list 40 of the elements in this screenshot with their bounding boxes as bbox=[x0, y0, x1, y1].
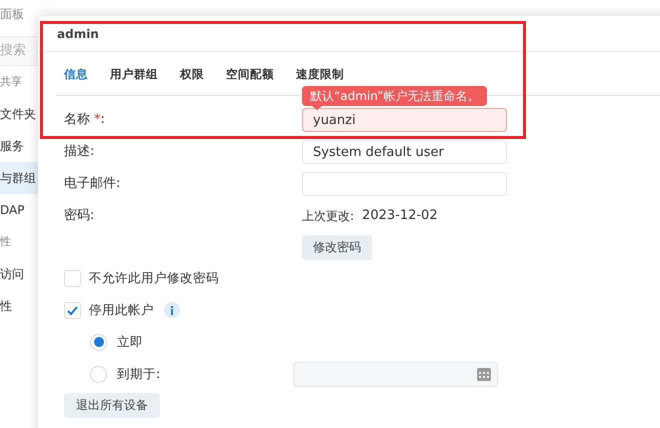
sidebar-item[interactable]: 性 bbox=[0, 290, 38, 322]
tooltip-arrow bbox=[312, 106, 322, 110]
description-field[interactable]: System default user bbox=[302, 140, 507, 164]
last-changed-date: 2023-12-02 bbox=[362, 207, 438, 226]
sidebar-title: 面板 bbox=[0, 6, 25, 23]
change-password-button[interactable]: 修改密码 bbox=[302, 234, 372, 260]
radio-label: 立即 bbox=[117, 332, 144, 351]
info-icon[interactable] bbox=[164, 302, 180, 318]
sidebar-item[interactable]: 服务 bbox=[0, 130, 38, 162]
field-label: 密码: bbox=[64, 207, 96, 226]
required-mark: * bbox=[94, 111, 100, 130]
checkbox[interactable] bbox=[64, 302, 81, 318]
label-colon: : bbox=[100, 111, 105, 130]
field-label: 描述: bbox=[64, 143, 96, 162]
logout-all-devices-button[interactable]: 退出所有设备 bbox=[64, 392, 160, 418]
sidebar-item[interactable]: 与群组 bbox=[0, 162, 38, 194]
tab[interactable]: 空间配额 bbox=[226, 63, 274, 95]
dialog-title: admin bbox=[57, 26, 99, 42]
email-field[interactable] bbox=[302, 172, 507, 196]
sidebar-item[interactable]: 访问 bbox=[0, 258, 38, 290]
field-label: 电子邮件: bbox=[64, 175, 122, 194]
error-tooltip: 默认“admin”帐户无法重命名。 bbox=[302, 86, 488, 106]
radio-button[interactable] bbox=[90, 334, 107, 350]
tab[interactable]: 用户群组 bbox=[110, 63, 158, 95]
name-field[interactable]: yuanzi bbox=[302, 108, 507, 132]
sidebar-item[interactable]: DAP bbox=[0, 194, 38, 226]
last-changed-label: 上次更改: bbox=[302, 208, 354, 225]
checkbox[interactable] bbox=[64, 270, 81, 286]
calendar-icon[interactable] bbox=[477, 368, 491, 380]
sidebar-section-header: 共享 bbox=[0, 74, 23, 90]
radio-button[interactable] bbox=[90, 366, 107, 382]
field-label: 名称 bbox=[64, 111, 90, 130]
date-field[interactable] bbox=[293, 362, 498, 386]
tab[interactable]: 信息 bbox=[64, 63, 88, 95]
sidebar-item[interactable]: 文件夹 bbox=[0, 98, 38, 130]
checkbox-label: 停用此帐户 bbox=[89, 300, 154, 319]
checkbox-label: 不允许此用户修改密码 bbox=[89, 268, 219, 287]
sidebar-section-header: 性 bbox=[0, 234, 12, 250]
radio-label: 到期于: bbox=[117, 364, 162, 383]
tab[interactable]: 权限 bbox=[180, 63, 204, 95]
